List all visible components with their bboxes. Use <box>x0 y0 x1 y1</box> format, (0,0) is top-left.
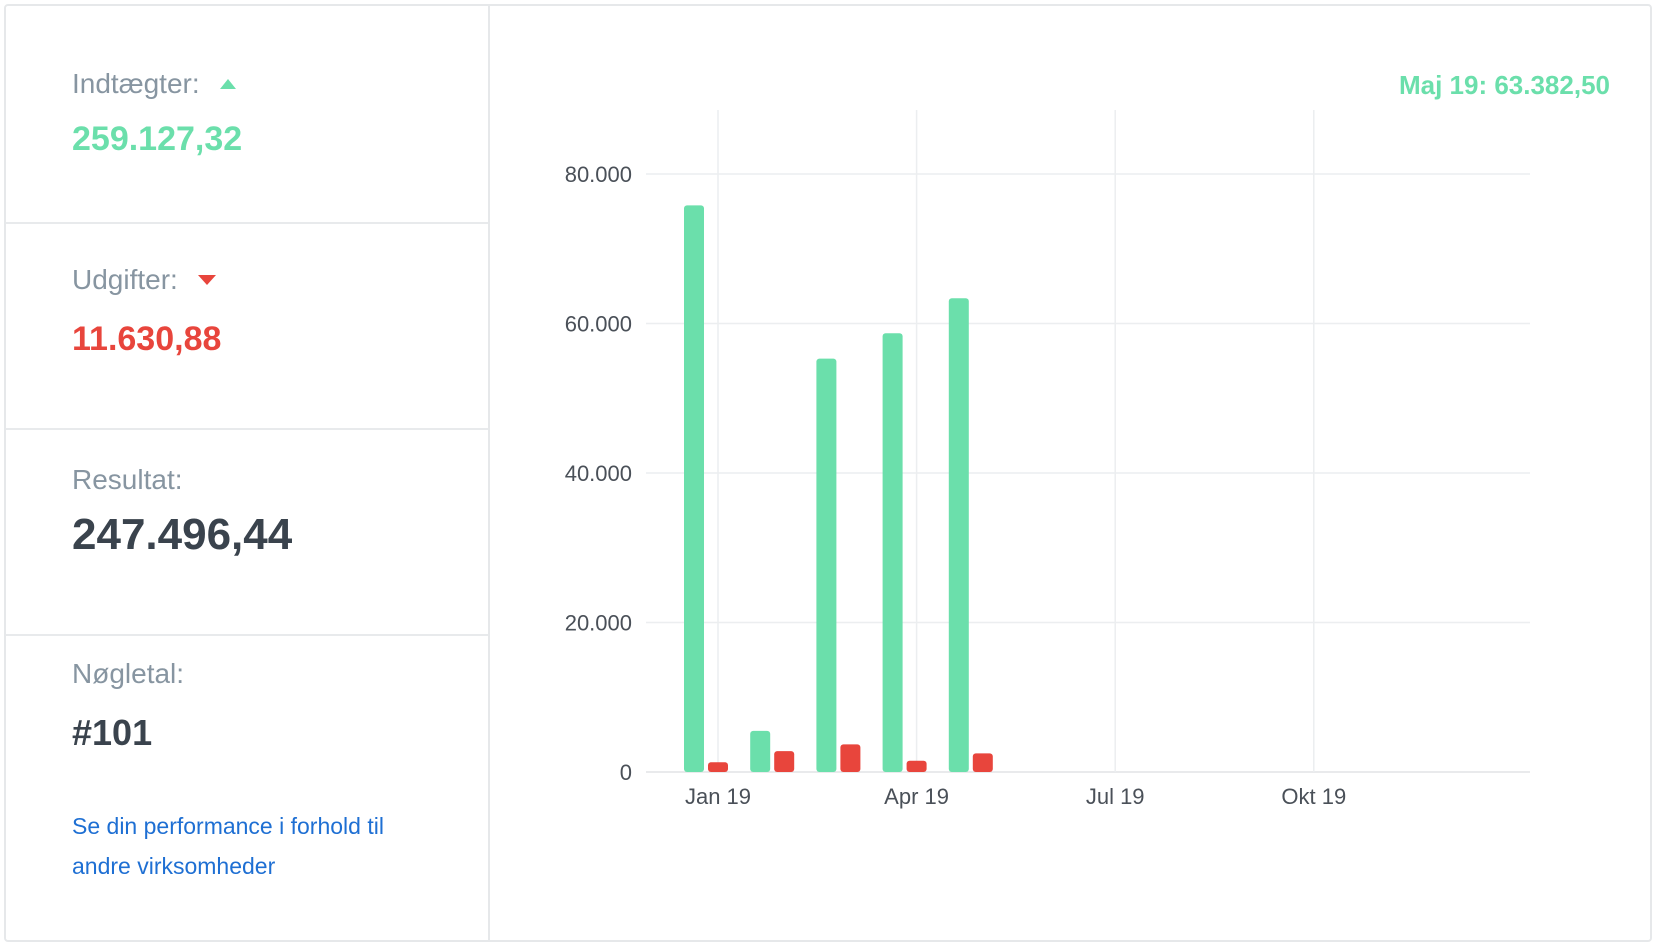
expenses-value: 11.630,88 <box>72 320 222 358</box>
dashboard-card: Indtægter: 259.127,32 Udgifter: 11.630,8… <box>4 4 1652 942</box>
y-tick-label: 0 <box>620 760 632 785</box>
income-bar <box>816 358 837 772</box>
hover-readout: Maj 19: 63.382,50 <box>1398 70 1610 100</box>
result-value: 247.496,44 <box>72 510 293 559</box>
expenses-label: Udgifter: <box>72 264 178 295</box>
income-section: Indtægter: 259.127,32 <box>6 6 488 224</box>
x-tick-label: Jan 19 <box>685 784 751 809</box>
expense-bar <box>906 760 927 772</box>
keyfigures-section: Nøgletal: #101 Se din performance i forh… <box>6 636 488 942</box>
trend-up-icon <box>219 79 236 89</box>
income-label-row: Indtægter: <box>72 68 236 100</box>
keyfigures-label: Nøgletal: <box>72 658 185 689</box>
expense-bar <box>972 753 993 772</box>
result-section: Resultat: 247.496,44 <box>6 430 488 636</box>
y-tick-label: 20.000 <box>565 611 632 636</box>
income-bar <box>750 730 771 772</box>
expenses-label-row: Udgifter: <box>72 264 216 296</box>
performance-link[interactable]: Se din performance i forhold til andre v… <box>72 806 412 886</box>
expense-bar <box>840 744 861 772</box>
y-tick-label: 40.000 <box>565 461 632 486</box>
income-bar <box>882 333 903 772</box>
bar-chart: 0 20.000 40.000 60.000 80.000 Jan 19 Apr 19 Jul… <box>565 110 1530 809</box>
keyfigures-value: #101 <box>72 712 153 753</box>
expense-bar <box>708 762 728 772</box>
result-label: Resultat: <box>72 464 183 495</box>
x-tick-label: Jul 19 <box>1086 784 1145 809</box>
expenses-section: Udgifter: 11.630,88 <box>6 224 488 430</box>
y-tick-label: 80.000 <box>565 162 632 187</box>
stats-sidebar: Indtægter: 259.127,32 Udgifter: 11.630,8… <box>6 6 490 940</box>
income-value: 259.127,32 <box>72 120 243 158</box>
x-tick-label: Okt 19 <box>1281 784 1346 809</box>
income-label: Indtægter: <box>72 68 200 99</box>
trend-down-icon <box>197 275 216 285</box>
income-bar <box>684 205 704 772</box>
y-tick-label: 60.000 <box>565 312 632 337</box>
chart-area: Maj 19: 63.382,50 0 20.000 40.000 60.000 80.… <box>490 6 1650 940</box>
expense-bar <box>774 751 795 772</box>
x-tick-label: Apr 19 <box>884 784 949 809</box>
income-bar <box>948 298 969 772</box>
